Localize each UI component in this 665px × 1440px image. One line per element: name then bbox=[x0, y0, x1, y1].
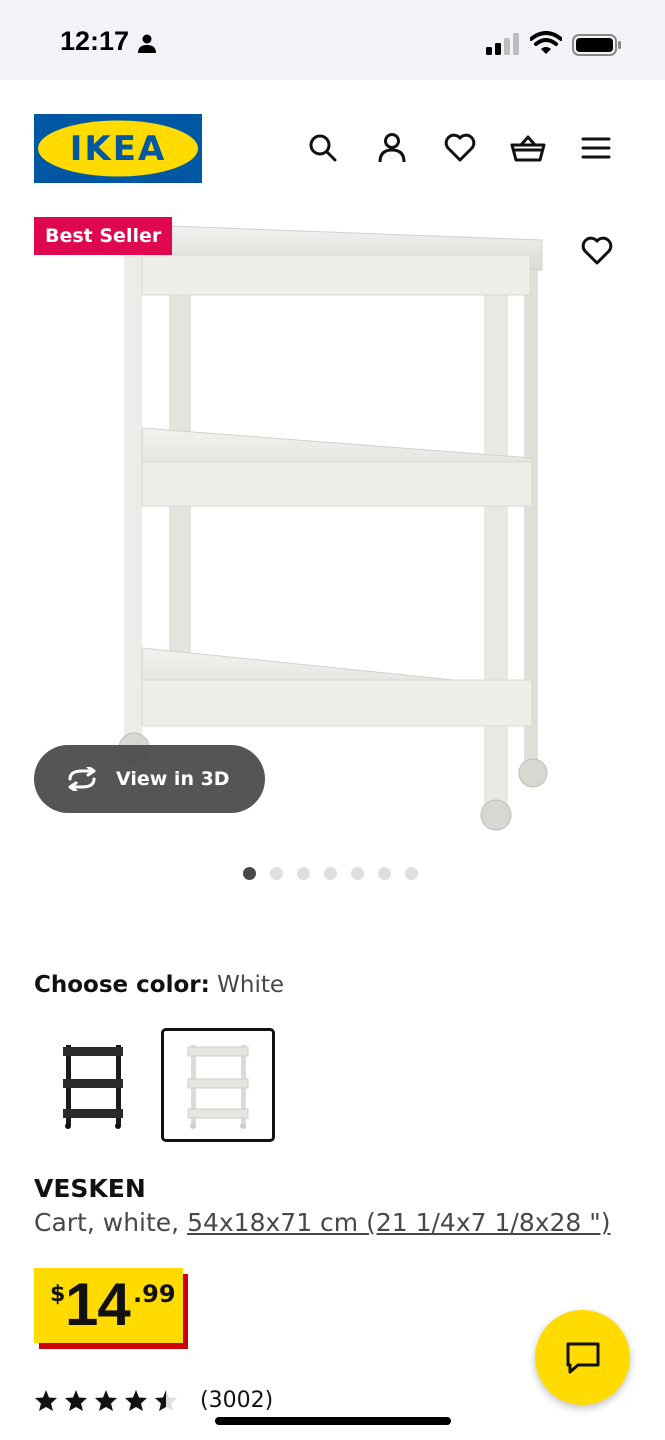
chat-button[interactable] bbox=[535, 1310, 630, 1405]
person-icon bbox=[138, 34, 156, 53]
search-icon[interactable] bbox=[305, 130, 341, 166]
best-seller-badge: Best Seller bbox=[34, 217, 173, 255]
basket-icon[interactable] bbox=[510, 130, 546, 166]
price-currency: $ bbox=[50, 1282, 66, 1307]
star-full-icon bbox=[34, 1389, 58, 1412]
price-integer: 14 bbox=[65, 1271, 131, 1338]
image-carousel-dots bbox=[243, 867, 418, 880]
carousel-dot[interactable] bbox=[243, 867, 256, 880]
battery-icon bbox=[572, 34, 621, 56]
color-swatch-black[interactable] bbox=[36, 1028, 150, 1142]
view-in-3d-button[interactable]: View in 3D bbox=[34, 745, 265, 813]
logo-text: IKEA bbox=[69, 128, 167, 169]
product-description: Cart, white, 54x18x71 cm (21 1/4x7 1/8x2… bbox=[34, 1208, 611, 1237]
selected-color-value: White bbox=[217, 972, 285, 998]
status-bar: 12:17 bbox=[0, 0, 665, 80]
chat-icon bbox=[565, 1341, 601, 1375]
star-full-icon bbox=[124, 1389, 148, 1412]
star-half-icon bbox=[154, 1389, 178, 1412]
wifi-icon bbox=[530, 31, 562, 54]
carousel-dot[interactable] bbox=[378, 867, 391, 880]
product-dimensions-link[interactable]: 54x18x71 cm (21 1/4x7 1/8x28 ") bbox=[187, 1208, 610, 1237]
choose-color-label: Choose color: bbox=[34, 972, 210, 998]
status-time: 12:17 bbox=[60, 26, 130, 56]
cellular-signal-icon bbox=[486, 33, 519, 55]
heart-icon[interactable] bbox=[442, 130, 478, 166]
price-decimal: .99 bbox=[133, 1280, 176, 1308]
product-rating[interactable]: (3002) bbox=[34, 1388, 273, 1413]
carousel-dot[interactable] bbox=[324, 867, 337, 880]
color-chooser-label: Choose color: White bbox=[34, 972, 284, 998]
view-in-3d-label: View in 3D bbox=[116, 768, 230, 790]
product-name: VESKEN bbox=[34, 1174, 146, 1203]
star-full-icon bbox=[94, 1389, 118, 1412]
home-indicator bbox=[215, 1417, 451, 1425]
product-description-text: Cart, white, bbox=[34, 1208, 180, 1237]
menu-icon[interactable] bbox=[578, 130, 614, 166]
review-count: (3002) bbox=[200, 1388, 274, 1413]
star-full-icon bbox=[64, 1389, 88, 1412]
carousel-dot[interactable] bbox=[405, 867, 418, 880]
carousel-dot[interactable] bbox=[351, 867, 364, 880]
color-swatch-white[interactable] bbox=[161, 1028, 275, 1142]
carousel-dot[interactable] bbox=[297, 867, 310, 880]
price-tag: $ 14 .99 bbox=[34, 1268, 183, 1343]
user-icon[interactable] bbox=[374, 130, 410, 166]
ikea-logo[interactable]: IKEA bbox=[34, 114, 202, 183]
carousel-dot[interactable] bbox=[270, 867, 283, 880]
rotate-3d-icon bbox=[64, 767, 100, 791]
favorite-heart-icon[interactable] bbox=[576, 230, 618, 272]
